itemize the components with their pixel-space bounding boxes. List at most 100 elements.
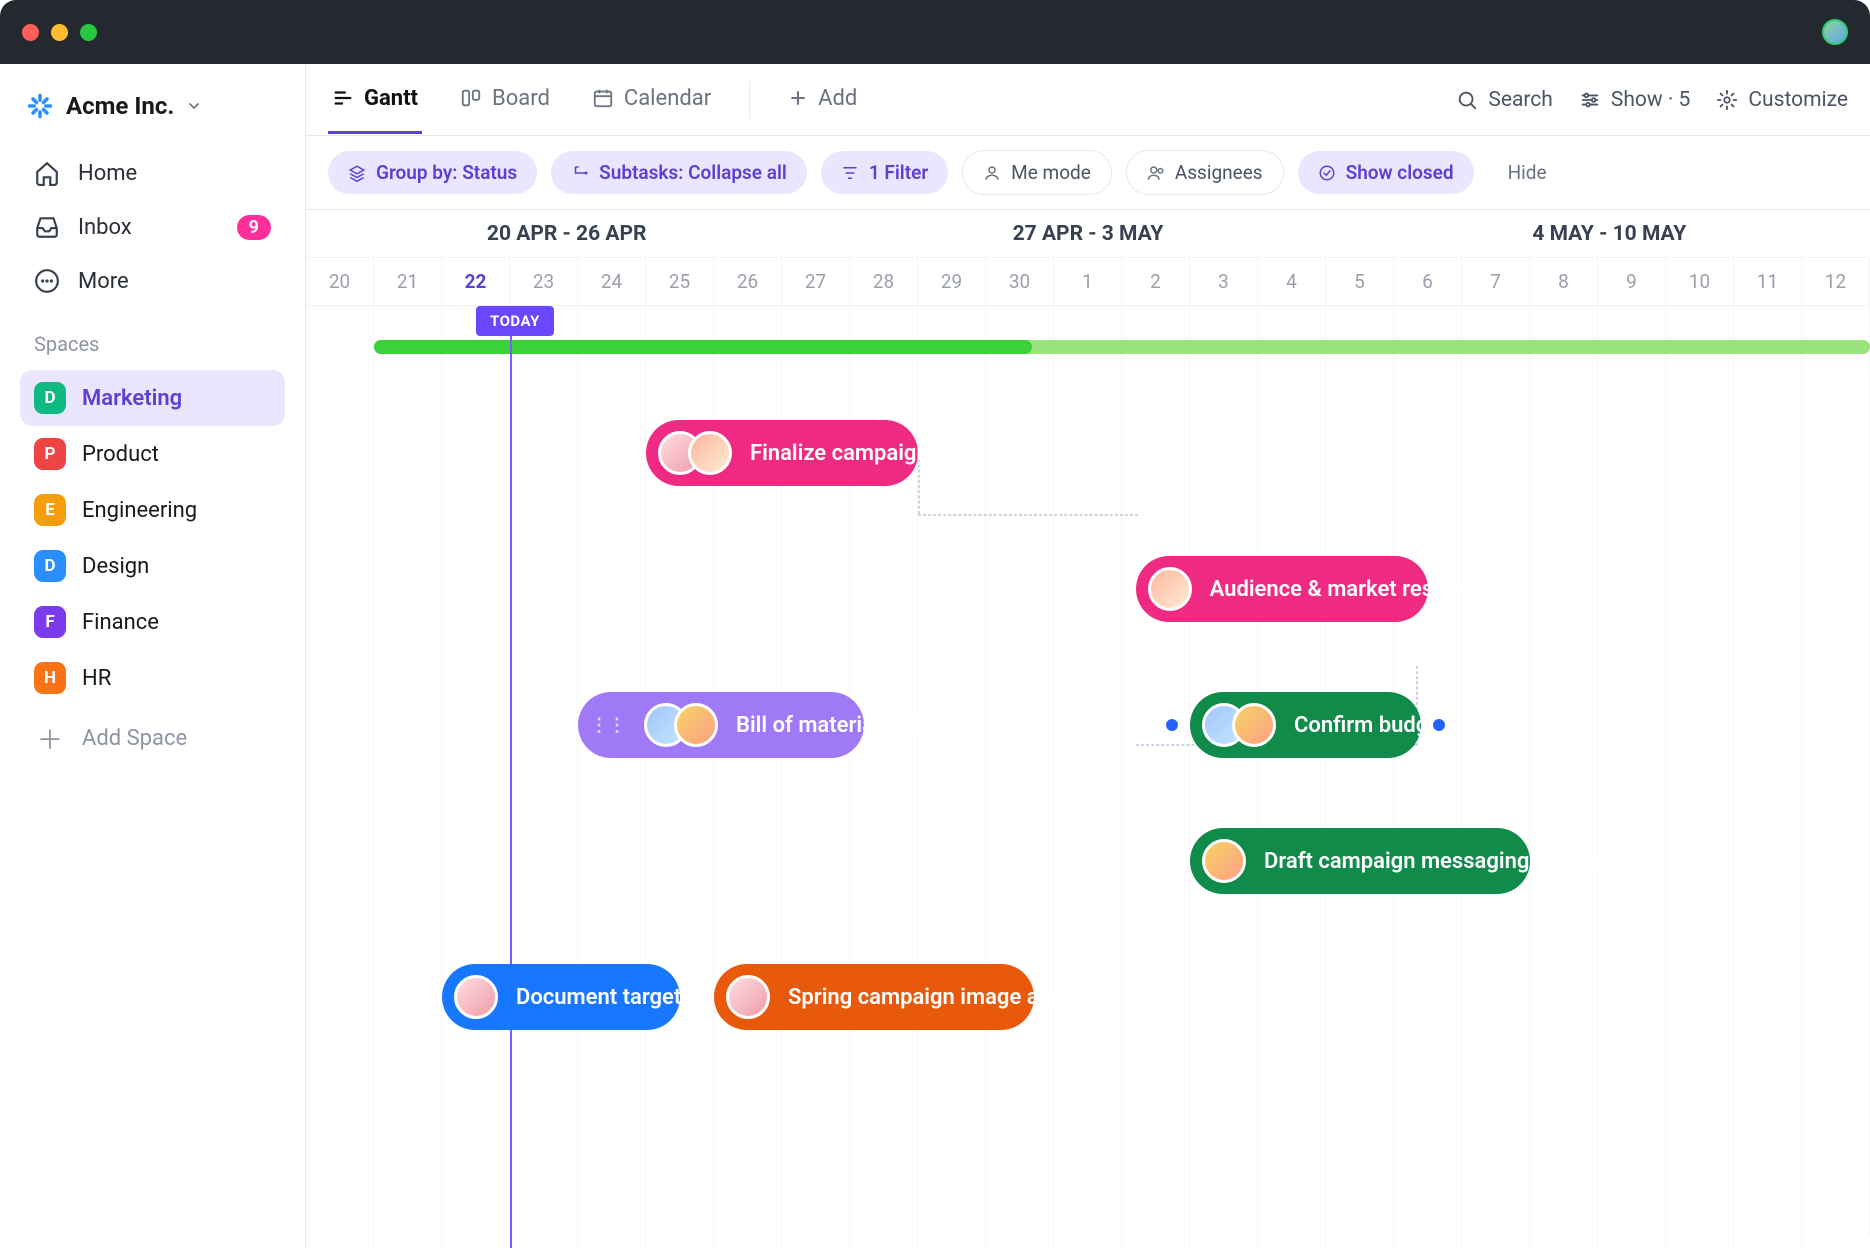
day-label[interactable]: 10 (1666, 258, 1734, 305)
timeline-week-header: 20 APR - 26 APR27 APR - 3 MAY4 MAY - 10 … (306, 210, 1870, 258)
subtasks-pill[interactable]: Subtasks: Collapse all (551, 151, 807, 194)
day-label[interactable]: 3 (1190, 258, 1258, 305)
space-icon: D (34, 382, 66, 414)
day-label[interactable]: 20 (306, 258, 374, 305)
search-label: Search (1488, 88, 1553, 112)
day-label[interactable]: 24 (578, 258, 646, 305)
day-label[interactable]: 25 (646, 258, 714, 305)
task-assignees (644, 703, 718, 747)
day-label[interactable]: 26 (714, 258, 782, 305)
day-label[interactable]: 1 (1054, 258, 1122, 305)
week-label: 20 APR - 26 APR (306, 210, 827, 257)
day-label[interactable]: 9 (1598, 258, 1666, 305)
task-messaging[interactable]: Draft campaign messaging & copy (1190, 828, 1530, 894)
space-item-product[interactable]: P Product (20, 426, 285, 482)
tab-gantt[interactable]: Gantt (328, 66, 422, 134)
tab-board[interactable]: Board (456, 66, 554, 134)
space-item-finance[interactable]: F Finance (20, 594, 285, 650)
task-audience[interactable]: Audience & market research (1136, 556, 1428, 622)
gantt-chart[interactable]: 20 APR - 26 APR27 APR - 3 MAY4 MAY - 10 … (306, 210, 1870, 1248)
task-finalize[interactable]: Finalize campaign brief (646, 420, 918, 486)
day-label[interactable]: 30 (986, 258, 1054, 305)
show-closed-pill[interactable]: Show closed (1298, 151, 1474, 194)
minimize-window-icon[interactable] (51, 24, 68, 41)
avatar (726, 975, 770, 1019)
task-bom[interactable]: ⋮⋮Bill of materials⋮⋮ (578, 692, 864, 758)
day-label[interactable]: 8 (1530, 258, 1598, 305)
day-label[interactable]: 23 (510, 258, 578, 305)
plus-icon (788, 88, 808, 108)
tab-add-view[interactable]: Add (784, 66, 861, 134)
avatar (1202, 839, 1246, 883)
day-label[interactable]: 28 (850, 258, 918, 305)
overall-progress-bar (374, 340, 1870, 354)
group-by-pill[interactable]: Group by: Status (328, 151, 537, 194)
space-label: Product (82, 442, 159, 467)
task-label: Finalize campaign brief (750, 441, 980, 466)
space-icon: P (34, 438, 66, 470)
drag-handle-icon[interactable]: ⋮⋮ (590, 715, 626, 736)
task-docusers[interactable]: Document target users (442, 964, 680, 1030)
calendar-icon (592, 87, 614, 109)
inbox-icon (34, 214, 60, 240)
filter-icon (841, 164, 859, 182)
space-item-marketing[interactable]: D Marketing (20, 370, 285, 426)
layers-icon (348, 164, 366, 182)
space-label: Marketing (82, 386, 182, 411)
filter-pill[interactable]: 1 Filter (821, 151, 948, 194)
plus-icon: ＋ (34, 722, 66, 754)
window-controls[interactable] (22, 24, 97, 41)
day-label[interactable]: 22 (442, 258, 510, 305)
nav-inbox[interactable]: Inbox 9 (20, 202, 285, 252)
avatar (674, 703, 718, 747)
subtask-icon (571, 164, 589, 182)
chevron-down-icon (186, 98, 202, 114)
task-budgets[interactable]: Confirm budgets (1190, 692, 1421, 758)
nav-inbox-label: Inbox (78, 215, 132, 240)
tab-calendar[interactable]: Calendar (588, 66, 715, 134)
day-label[interactable]: 5 (1326, 258, 1394, 305)
person-icon (983, 164, 1001, 182)
gantt-grid[interactable]: TODAY Finalize campaign briefAudience & … (306, 306, 1870, 1248)
day-label[interactable]: 12 (1802, 258, 1870, 305)
dependency-handle-icon[interactable] (1166, 719, 1178, 731)
more-icon (34, 268, 60, 294)
subtasks-label: Subtasks: Collapse all (599, 161, 787, 184)
nav-more[interactable]: More (20, 256, 285, 306)
day-label[interactable]: 27 (782, 258, 850, 305)
me-mode-pill[interactable]: Me mode (962, 150, 1112, 195)
day-label[interactable]: 4 (1258, 258, 1326, 305)
close-window-icon[interactable] (22, 24, 39, 41)
tab-board-label: Board (492, 86, 550, 111)
space-icon: E (34, 494, 66, 526)
gear-icon (1716, 89, 1738, 111)
space-item-engineering[interactable]: E Engineering (20, 482, 285, 538)
titlebar (0, 0, 1870, 64)
space-item-hr[interactable]: H HR (20, 650, 285, 706)
task-assignees (1202, 703, 1276, 747)
day-label[interactable]: 11 (1734, 258, 1802, 305)
assignees-pill[interactable]: Assignees (1126, 150, 1284, 195)
customize-button[interactable]: Customize (1716, 88, 1848, 112)
task-spring[interactable]: Spring campaign image assets (714, 964, 1034, 1030)
add-space-button[interactable]: ＋ Add Space (20, 710, 285, 766)
day-label[interactable]: 29 (918, 258, 986, 305)
workspace-name: Acme Inc. (66, 92, 174, 120)
day-label[interactable]: 7 (1462, 258, 1530, 305)
board-icon (460, 87, 482, 109)
day-label[interactable]: 2 (1122, 258, 1190, 305)
search-button[interactable]: Search (1456, 88, 1553, 112)
hide-button[interactable]: Hide (1488, 151, 1567, 194)
day-label[interactable]: 21 (374, 258, 442, 305)
space-item-design[interactable]: D Design (20, 538, 285, 594)
maximize-window-icon[interactable] (80, 24, 97, 41)
workspace-switcher[interactable]: Acme Inc. (20, 82, 285, 144)
day-label[interactable]: 6 (1394, 258, 1462, 305)
people-icon (1147, 164, 1165, 182)
nav-home[interactable]: Home (20, 148, 285, 198)
drag-handle-icon[interactable]: ⋮⋮ (909, 715, 945, 736)
sliders-icon (1579, 89, 1601, 111)
search-icon (1456, 89, 1478, 111)
show-button[interactable]: Show · 5 (1579, 88, 1691, 112)
current-user-avatar[interactable] (1822, 19, 1848, 45)
